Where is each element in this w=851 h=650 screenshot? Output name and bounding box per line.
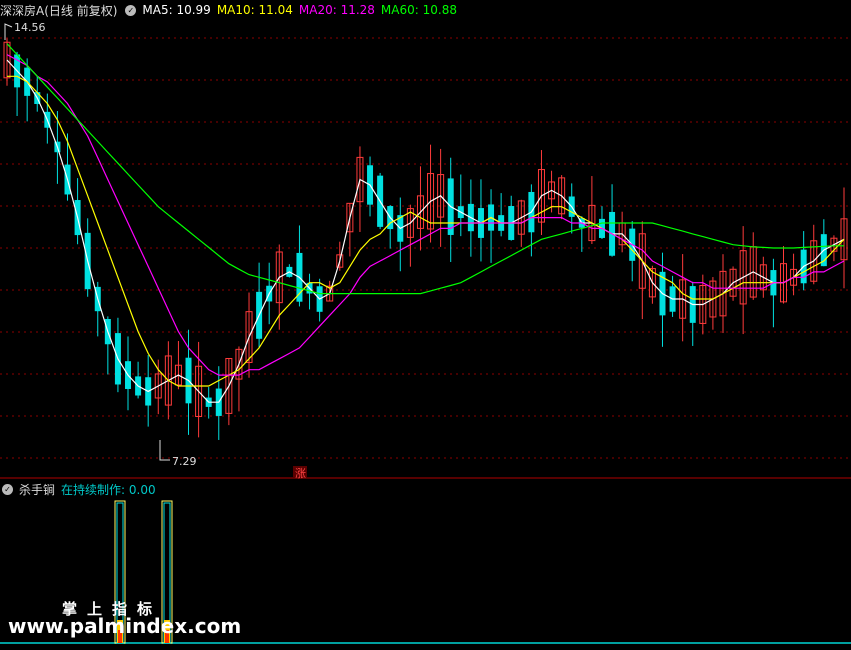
ma20-line bbox=[6, 54, 845, 376]
indicator-label: 在持续制作: 0.00 bbox=[61, 482, 156, 497]
ma5-value: MA5: 10.99 bbox=[142, 3, 211, 17]
indicator-menu-icon[interactable]: ✓ bbox=[2, 483, 13, 495]
chart-header: 深深房A (日线 前复权) ✓ MA5: 10.99 MA10: 11.04 M… bbox=[0, 0, 463, 20]
low-price-label: 7.29 bbox=[172, 455, 197, 468]
ma10-value: MA10: 11.04 bbox=[216, 3, 293, 17]
ma5-line bbox=[6, 59, 845, 403]
indicator-header: ✓ 杀手锏 在持续制作: 0.00 bbox=[0, 480, 162, 498]
low-price-marker bbox=[159, 440, 170, 461]
stock-chart[interactable]: 14.56 7.29 涨 bbox=[0, 0, 851, 646]
ma-lines bbox=[6, 43, 845, 403]
candles bbox=[3, 38, 848, 440]
ma20-value: MA20: 11.28 bbox=[298, 3, 375, 17]
zhang-tag: 涨 bbox=[295, 467, 306, 480]
high-price-label: 14.56 bbox=[14, 21, 46, 34]
chart-canvas[interactable]: 14.56 7.29 涨 bbox=[0, 0, 851, 646]
period-label[interactable]: (日线 前复权) bbox=[44, 2, 117, 19]
settings-icon[interactable]: ✓ bbox=[125, 4, 137, 16]
watermark-url: www.palmindex.com bbox=[8, 614, 242, 638]
stock-name[interactable]: 深深房A bbox=[0, 2, 44, 19]
indicator-name[interactable]: 杀手锏 bbox=[19, 481, 55, 498]
ma10-line bbox=[7, 75, 845, 387]
ma60-value: MA60: 10.88 bbox=[380, 3, 457, 17]
ma60-line bbox=[6, 43, 844, 295]
